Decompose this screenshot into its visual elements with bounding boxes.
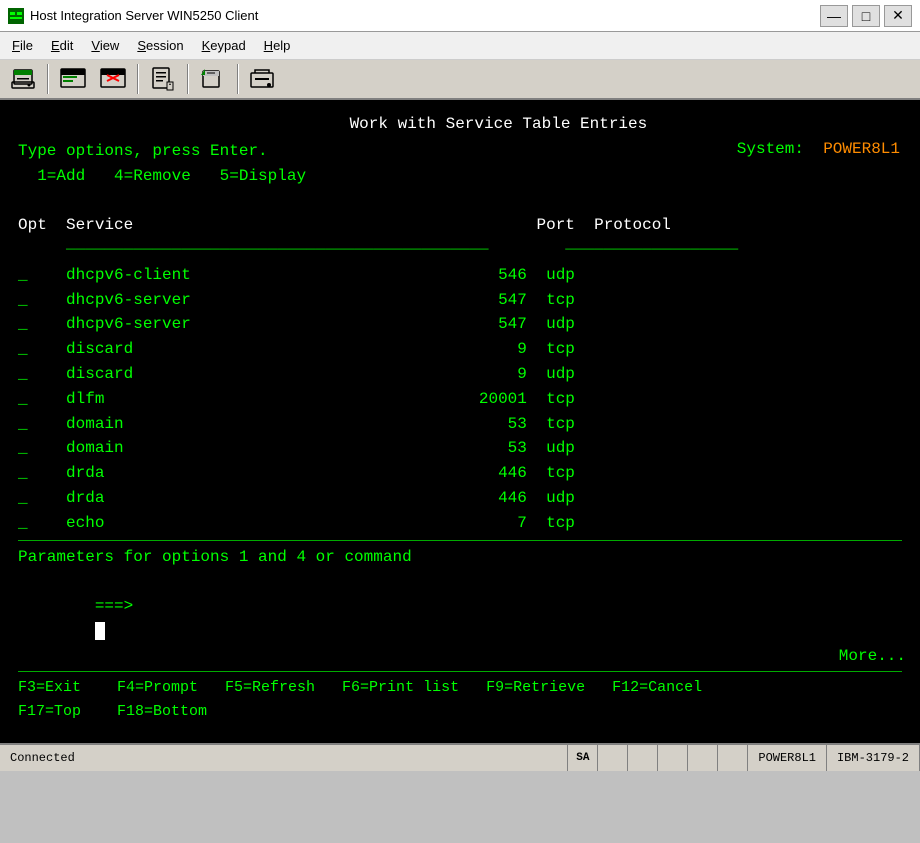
app-icon	[8, 8, 24, 24]
menu-session[interactable]: Session	[129, 35, 191, 56]
status-system: POWER8L1	[748, 745, 827, 771]
titlebar-controls: — □ ✕	[820, 5, 912, 27]
toolbar-sep-2	[137, 64, 139, 94]
status-sa: SA	[568, 745, 598, 771]
table-row: _ discard 9 udp	[18, 362, 902, 387]
input-prompt: ===>	[95, 597, 133, 615]
status-terminal: IBM-3179-2	[827, 745, 920, 771]
status-im4	[718, 745, 748, 771]
options-line: 1=Add 4=Remove 5=Display	[18, 164, 902, 189]
status-im3	[688, 745, 718, 771]
fkey-line-2: F17=Top F18=Bottom	[18, 700, 902, 724]
menu-help[interactable]: Help	[256, 35, 299, 56]
toolbar	[0, 60, 920, 100]
toolbar-btn-2[interactable]	[54, 62, 92, 96]
minimize-button[interactable]: —	[820, 5, 848, 27]
terminal-title: Work with Service Table Entries	[18, 112, 902, 137]
params-line: Parameters for options 1 and 4 or comman…	[18, 545, 902, 570]
titlebar-left: Host Integration Server WIN5250 Client	[8, 8, 258, 24]
statusbar: Connected SA POWER8L1 IBM-3179-2	[0, 743, 920, 771]
menu-keypad[interactable]: Keypad	[194, 35, 254, 56]
cursor[interactable]	[95, 622, 105, 640]
titlebar: Host Integration Server WIN5250 Client —…	[0, 0, 920, 32]
status-im2	[658, 745, 688, 771]
column-headers: Opt Service Port Protocol	[18, 213, 902, 238]
window-title: Host Integration Server WIN5250 Client	[30, 8, 258, 23]
status-im1	[628, 745, 658, 771]
table-row: _ domain 53 udp	[18, 436, 902, 461]
toolbar-btn-5[interactable]	[194, 62, 232, 96]
status-connected: Connected	[0, 745, 568, 771]
blank1	[18, 188, 902, 213]
maximize-button[interactable]: □	[852, 5, 880, 27]
toolbar-btn-6[interactable]	[244, 62, 282, 96]
table-row: _ drda 446 tcp	[18, 461, 902, 486]
table-row: _ domain 53 tcp	[18, 412, 902, 437]
table-row: _ dhcpv6-server 547 tcp	[18, 288, 902, 313]
system-label: System:	[737, 140, 823, 158]
table-row: _ discard 9 tcp	[18, 337, 902, 362]
terminal[interactable]: Work with Service Table Entries System: …	[0, 100, 920, 743]
menubar: File Edit View Session Keypad Help	[0, 32, 920, 60]
status-mw	[598, 745, 628, 771]
table-row: _ dhcpv6-client 546 udp	[18, 263, 902, 288]
system-value: POWER8L1	[823, 140, 900, 158]
menu-file[interactable]: File	[4, 35, 41, 56]
table-row: _ dlfm 20001 tcp	[18, 387, 902, 412]
toolbar-btn-1[interactable]	[4, 62, 42, 96]
separator: ────────────────────────────────────────…	[18, 238, 902, 263]
data-rows: _ dhcpv6-client 546 udp_ dhcpv6-server 5…	[18, 263, 902, 536]
table-row: _ echo 7 tcp	[18, 511, 902, 536]
table-row: _ drda 446 udp	[18, 486, 902, 511]
fkey-line-1: F3=Exit F4=Prompt F5=Refresh F6=Print li…	[18, 676, 902, 700]
menu-edit[interactable]: Edit	[43, 35, 81, 56]
toolbar-sep-1	[47, 64, 49, 94]
table-row: _ dhcpv6-server 547 udp	[18, 312, 902, 337]
menu-view[interactable]: View	[83, 35, 127, 56]
toolbar-btn-3[interactable]	[94, 62, 132, 96]
toolbar-sep-3	[187, 64, 189, 94]
toolbar-btn-4[interactable]	[144, 62, 182, 96]
close-button[interactable]: ✕	[884, 5, 912, 27]
toolbar-sep-4	[237, 64, 239, 94]
input-line: ===>	[18, 569, 902, 668]
more-indicator: More...	[839, 647, 906, 665]
